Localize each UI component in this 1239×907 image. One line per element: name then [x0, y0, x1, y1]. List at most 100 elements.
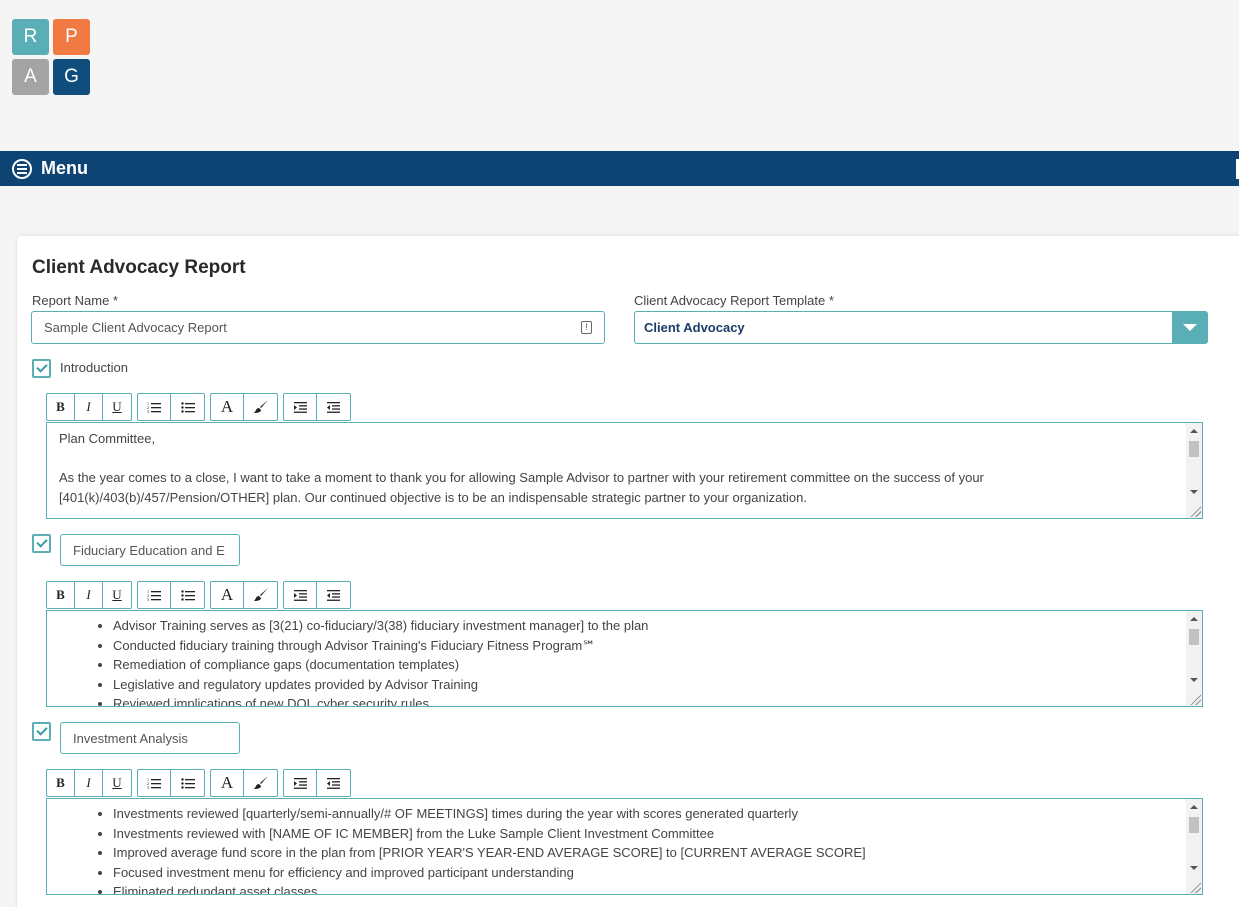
- underline-button[interactable]: U: [103, 582, 131, 608]
- fiduciary-bullet-list: Advisor Training serves as [3(21) co-fid…: [59, 616, 1190, 706]
- indent-icon: [293, 777, 307, 789]
- bold-button[interactable]: B: [47, 582, 75, 608]
- list-group: 123: [137, 393, 205, 421]
- scroll-down-icon: [1190, 866, 1198, 870]
- bold-button[interactable]: B: [47, 394, 75, 420]
- font-color-button[interactable]: A: [211, 394, 244, 420]
- list-item: Conducted fiduciary training through Adv…: [113, 636, 1190, 656]
- underline-button[interactable]: U: [103, 770, 131, 796]
- outdent-icon: [327, 589, 340, 601]
- resize-handle[interactable]: [1189, 881, 1201, 893]
- report-name-label: Report Name *: [32, 293, 118, 308]
- italic-button[interactable]: I: [75, 394, 103, 420]
- resize-handle[interactable]: [1189, 693, 1201, 705]
- scroll-down-icon: [1190, 678, 1198, 682]
- check-icon: [35, 361, 48, 373]
- introduction-editor[interactable]: Plan Committee, As the year comes to a c…: [46, 422, 1203, 519]
- bold-button[interactable]: B: [47, 770, 75, 796]
- underline-button[interactable]: U: [103, 394, 131, 420]
- menu-circle-icon[interactable]: [12, 158, 32, 179]
- investment-editor[interactable]: Investments reviewed [quarterly/semi-ann…: [46, 798, 1203, 895]
- intro-paragraph: [401(k)/403(b)/457/Pension/OTHER] plan. …: [59, 489, 807, 505]
- svg-text:3: 3: [147, 785, 149, 789]
- ordered-list-icon: 123: [147, 777, 161, 789]
- page-title: Client Advocacy Report: [32, 257, 246, 278]
- bullet-list-icon: [180, 402, 195, 413]
- brush-icon: [253, 588, 268, 601]
- report-name-input[interactable]: Sample Client Advocacy Report !: [31, 311, 605, 344]
- investment-checkbox[interactable]: [32, 722, 51, 741]
- logo-tile-g: G: [53, 59, 90, 95]
- dropdown-caret-icon: [1182, 324, 1197, 331]
- ordered-list-button[interactable]: 123: [138, 394, 171, 420]
- indent-group: [283, 581, 351, 609]
- introduction-checkbox[interactable]: [32, 359, 51, 378]
- list-group: 123: [137, 769, 205, 797]
- list-item: Remediation of compliance gaps (document…: [113, 655, 1190, 675]
- menu-button[interactable]: Menu: [41, 158, 88, 179]
- ordered-list-button[interactable]: 123: [138, 770, 171, 796]
- investment-title-value: Investment Analysis: [73, 730, 188, 746]
- outdent-button[interactable]: [317, 770, 350, 796]
- font-color-button[interactable]: A: [211, 582, 244, 608]
- brush-icon: [253, 400, 268, 413]
- list-item: Eliminated redundant asset classes: [113, 882, 1190, 894]
- fiduciary-title-input[interactable]: Fiduciary Education and E: [60, 534, 240, 566]
- indent-icon: [293, 401, 307, 413]
- bullet-list-button[interactable]: [171, 770, 204, 796]
- ordered-list-button[interactable]: 123: [138, 582, 171, 608]
- report-name-value: Sample Client Advocacy Report: [44, 320, 227, 335]
- highlight-button[interactable]: [244, 770, 277, 796]
- list-item: Investments reviewed with [NAME OF IC ME…: [113, 824, 1190, 844]
- list-item: Improved average fund score in the plan …: [113, 843, 1190, 863]
- bullet-list-button[interactable]: [171, 582, 204, 608]
- scroll-up-icon: [1190, 805, 1198, 809]
- indent-button[interactable]: [284, 582, 317, 608]
- scroll-up-icon: [1190, 429, 1198, 433]
- template-select-value: Client Advocacy: [644, 320, 745, 335]
- highlight-button[interactable]: [244, 394, 277, 420]
- scroll-thumb[interactable]: [1189, 817, 1199, 833]
- template-label: Client Advocacy Report Template *: [634, 293, 834, 308]
- resize-handle[interactable]: [1189, 505, 1201, 517]
- fiduciary-editor[interactable]: Advisor Training serves as [3(21) co-fid…: [46, 610, 1203, 707]
- indent-button[interactable]: [284, 770, 317, 796]
- italic-button[interactable]: I: [75, 770, 103, 796]
- template-dropdown-button[interactable]: [1172, 312, 1207, 343]
- investment-title-input[interactable]: Investment Analysis: [60, 722, 240, 754]
- check-icon: [35, 536, 48, 548]
- format-group: B I U: [46, 581, 132, 609]
- format-group: B I U: [46, 769, 132, 797]
- ordered-list-icon: 123: [147, 401, 161, 413]
- indent-icon: [293, 589, 307, 601]
- outdent-button[interactable]: [317, 394, 350, 420]
- editor-scrollbar[interactable]: [1186, 611, 1202, 706]
- bullet-list-icon: [180, 590, 195, 601]
- editor-scrollbar[interactable]: [1186, 423, 1202, 518]
- editor-scrollbar[interactable]: [1186, 799, 1202, 894]
- ordered-list-icon: 123: [147, 589, 161, 601]
- indent-button[interactable]: [284, 394, 317, 420]
- logo-tile-p: P: [53, 19, 90, 55]
- list-item: Focused investment menu for efficiency a…: [113, 863, 1190, 883]
- bullet-list-icon: [180, 778, 195, 789]
- scroll-thumb[interactable]: [1189, 629, 1199, 645]
- font-color-button[interactable]: A: [211, 770, 244, 796]
- fiduciary-checkbox[interactable]: [32, 534, 51, 553]
- highlight-button[interactable]: [244, 582, 277, 608]
- rpag-logo[interactable]: R P A G: [12, 19, 90, 95]
- svg-text:3: 3: [147, 597, 149, 601]
- scroll-thumb[interactable]: [1189, 441, 1199, 457]
- color-group: A: [210, 393, 278, 421]
- list-group: 123: [137, 581, 205, 609]
- italic-button[interactable]: I: [75, 582, 103, 608]
- editor-toolbar-investment: B I U 123 A: [46, 769, 351, 797]
- investment-bullet-list: Investments reviewed [quarterly/semi-ann…: [59, 804, 1190, 894]
- template-select[interactable]: Client Advocacy: [634, 311, 1208, 344]
- bullet-list-button[interactable]: [171, 394, 204, 420]
- outdent-icon: [327, 777, 340, 789]
- menu-bar: Menu: [0, 151, 1239, 186]
- logo-tile-a: A: [12, 59, 49, 95]
- outdent-button[interactable]: [317, 582, 350, 608]
- intro-blank-line: [59, 449, 1190, 469]
